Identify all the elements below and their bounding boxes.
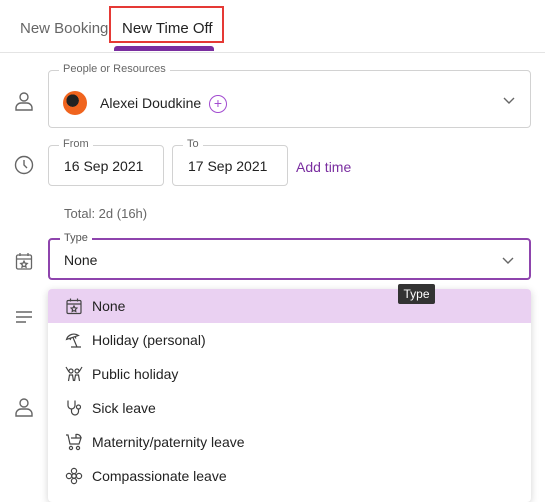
option-label: Compassionate leave [92, 468, 227, 484]
to-label: To [183, 138, 203, 150]
option-label: Public holiday [92, 366, 179, 382]
to-date-value: 17 Sep 2021 [188, 158, 268, 174]
tab-bar: New Booking New Time Off [0, 0, 545, 53]
tab-highlight-box [109, 6, 224, 43]
stroller-icon [66, 433, 82, 451]
flower-icon [65, 467, 83, 485]
person-icon [15, 398, 33, 417]
type-label: Type [60, 232, 92, 244]
option-label: Holiday (personal) [92, 332, 206, 348]
selected-person-name: Alexei Doudkine [100, 95, 202, 111]
option-label: Sick leave [92, 400, 156, 416]
total-duration: Total: 2d (16h) [64, 206, 148, 221]
from-label: From [59, 138, 93, 150]
type-select[interactable]: Type None [48, 232, 531, 280]
option-maternity-paternity-leave[interactable]: Maternity/paternity leave [48, 425, 531, 459]
clock-icon [14, 155, 34, 175]
active-tab-indicator [114, 46, 214, 51]
people-or-resources-field[interactable]: People or Resources Alexei Doudkine + [48, 63, 531, 128]
from-date-value: 16 Sep 2021 [64, 158, 144, 174]
option-label: Maternity/paternity leave [92, 434, 245, 450]
from-date-field[interactable]: From 16 Sep 2021 [48, 138, 164, 186]
chevron-down-icon[interactable] [502, 93, 516, 107]
notes-lines-icon [16, 311, 32, 323]
add-person-icon[interactable]: + [209, 95, 227, 113]
add-time-link[interactable]: Add time [296, 159, 351, 175]
option-none[interactable]: None [48, 289, 531, 323]
option-label: None [92, 298, 126, 314]
calendar-star-icon [15, 253, 33, 270]
option-sick-leave[interactable]: Sick leave [48, 391, 531, 425]
type-tooltip: Type [398, 284, 435, 304]
type-dropdown-menu: None Holiday (personal) Public holiday S… [48, 289, 531, 502]
option-compassionate-leave[interactable]: Compassionate leave [48, 459, 531, 493]
option-public-holiday[interactable]: Public holiday [48, 357, 531, 391]
chevron-down-icon[interactable] [501, 253, 515, 267]
umbrella-beach-icon [65, 333, 81, 348]
people-field-label: People or Resources [59, 63, 170, 75]
calendar-star-icon [66, 298, 82, 315]
person-icon [15, 92, 33, 111]
to-date-field[interactable]: To 17 Sep 2021 [172, 138, 288, 186]
tab-new-booking[interactable]: New Booking [20, 20, 108, 37]
stethoscope-icon [67, 400, 82, 416]
avatar [63, 91, 87, 115]
option-holiday-personal[interactable]: Holiday (personal) [48, 323, 531, 357]
type-selected-value: None [64, 252, 98, 268]
people-celebrate-icon [65, 366, 83, 382]
